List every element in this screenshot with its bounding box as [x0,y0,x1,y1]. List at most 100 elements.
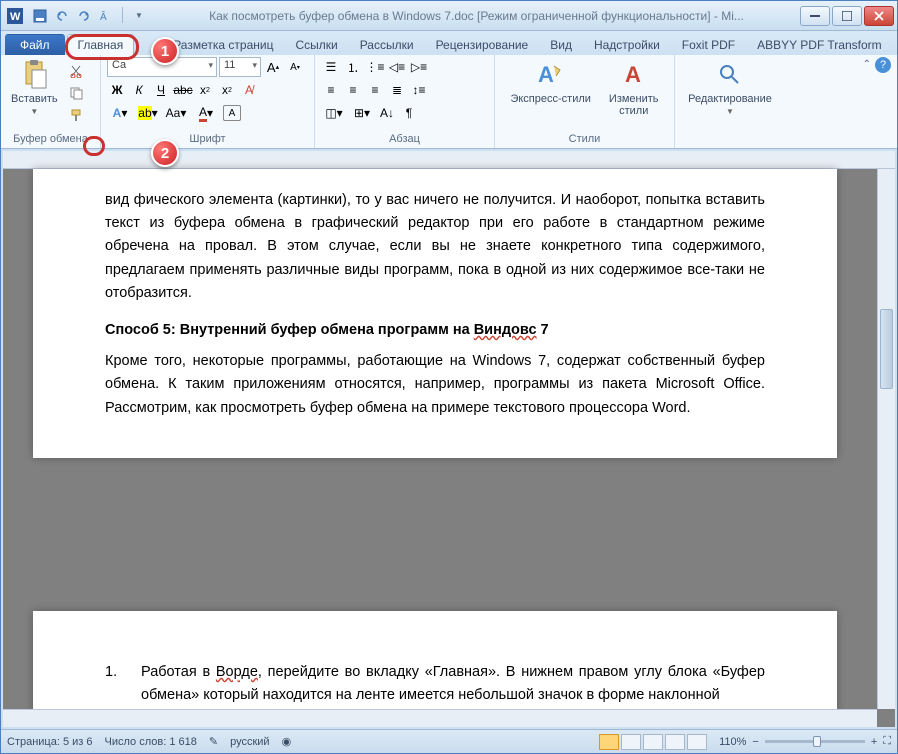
tab-review[interactable]: Рецензирование [425,34,540,55]
page-current[interactable]: вид фического элемента (картинки), то у … [33,169,837,458]
quick-styles-button[interactable]: A Экспресс-стили [506,57,594,107]
tab-foxit[interactable]: Foxit PDF [671,34,746,55]
ribbon-group-paragraph: ☰ ⒈ ⋮≡ ◁≡ ▷≡ ≡ ≡ ≡ ≣ ↕≡ ◫▾ [315,55,495,148]
justify-icon[interactable]: ≣ [387,80,407,100]
cut-icon[interactable] [66,61,86,81]
numbering-icon[interactable]: ⒈ [343,57,363,77]
shading-icon[interactable]: ◫▾ [321,103,347,123]
redo-icon[interactable] [75,7,93,25]
decrease-indent-icon[interactable]: ◁≡ [387,57,407,77]
underline-icon[interactable]: Ч [151,80,171,100]
char-border-icon[interactable]: A [223,105,241,121]
clipboard-group-label: Буфер обмена [7,131,94,148]
italic-icon[interactable]: К [129,80,149,100]
multilevel-icon[interactable]: ⋮≡ [365,57,385,77]
change-styles-button[interactable]: A Изменить стили [605,57,663,119]
zoom-out-button[interactable]: − [752,736,758,748]
font-size-combo[interactable]: 11 [219,57,261,77]
tab-view[interactable]: Вид [539,34,583,55]
tab-references[interactable]: Ссылки [284,34,348,55]
status-page[interactable]: Страница: 5 из 6 [7,736,93,748]
subscript-icon[interactable]: x2 [195,80,215,100]
align-left-icon[interactable]: ≡ [321,80,341,100]
doc-paragraph[interactable]: Кроме того, некоторые программы, работаю… [105,350,765,420]
doc-list-item[interactable]: 1. Работая в Ворде, перейдите во вкладку… [105,661,765,715]
styles-group-label: Стили [501,131,668,148]
minimize-ribbon-icon[interactable]: ⌃ [863,59,871,70]
help-icon[interactable]: ? [875,57,891,73]
view-draft[interactable] [687,734,707,750]
zoom-slider[interactable] [765,740,865,743]
tab-layout[interactable]: Разметка страниц [162,34,284,55]
editing-button[interactable]: Редактирование ▼ [684,57,776,118]
format-painter-icon[interactable] [66,105,86,125]
font-color-icon[interactable]: A▾ [191,103,221,123]
word-window: W Â ▼ Как посмотреть буфер обмена в Wind… [0,0,898,754]
zoom-fit-icon[interactable]: ⛶ [883,735,891,748]
bold-icon[interactable]: Ж [107,80,127,100]
paragraph-group-label: Абзац [321,131,488,148]
vertical-scrollbar[interactable] [877,169,895,709]
doc-paragraph[interactable]: вид фического элемента (картинки), то у … [105,189,765,305]
status-macro-icon[interactable]: ◉ [282,735,292,748]
change-styles-icon: A [618,59,650,91]
status-word-count[interactable]: Число слов: 1 618 [105,736,197,748]
show-marks-icon[interactable]: ¶ [399,103,419,123]
borders-icon[interactable]: ⊞▾ [349,103,375,123]
view-outline[interactable] [665,734,685,750]
highlight-icon[interactable]: ab▾ [135,103,161,123]
word-app-icon: W [7,8,23,24]
increase-indent-icon[interactable]: ▷≡ [409,57,429,77]
horizontal-ruler[interactable] [3,151,895,169]
zoom-in-button[interactable]: + [871,736,877,748]
window-title: Как посмотреть буфер обмена в Windows 7.… [154,9,799,23]
clear-format-icon[interactable]: A̸ [239,80,259,100]
close-button[interactable] [864,6,894,26]
status-language[interactable]: русский [230,736,269,748]
sort-icon[interactable]: A↓ [377,103,397,123]
strikethrough-icon[interactable]: abc [173,80,193,100]
view-print-layout[interactable] [599,734,619,750]
tab-file[interactable]: Файл [5,34,65,55]
zoom-level[interactable]: 110% [719,736,746,748]
ribbon-group-font: Ca 11 A▴ A▾ Ж К Ч abc x2 x2 A̸ [101,55,315,148]
paste-button[interactable]: Вставить ▼ [7,57,62,118]
statusbar: Страница: 5 из 6 Число слов: 1 618 ✎ рус… [1,729,897,753]
tab-abbyy[interactable]: ABBYY PDF Transform [746,34,892,55]
change-case-icon[interactable]: Aa▾ [163,103,189,123]
grow-font-icon[interactable]: A▴ [263,57,283,77]
svg-text:Â: Â [100,10,107,23]
callout-1: 1 [151,37,179,65]
titlebar: W Â ▼ Как посмотреть буфер обмена в Wind… [1,1,897,31]
maximize-button[interactable] [832,6,862,26]
zoom-slider-thumb[interactable] [813,736,821,747]
save-icon[interactable] [31,7,49,25]
view-web-layout[interactable] [643,734,663,750]
ribbon-group-clipboard: Вставить ▼ Буфер обмена [1,55,101,148]
status-proof-icon[interactable]: ✎ [209,735,218,748]
tab-home[interactable]: Главная [67,34,135,55]
callout-2: 2 [151,139,179,167]
copy-icon[interactable] [66,83,86,103]
ribbon-group-styles: A Экспресс-стили A Изменить стили Стили [495,55,675,148]
shrink-font-icon[interactable]: A▾ [285,57,305,77]
bullets-icon[interactable]: ☰ [321,57,341,77]
align-center-icon[interactable]: ≡ [343,80,363,100]
superscript-icon[interactable]: x2 [217,80,237,100]
qat-dropdown-icon[interactable]: ▼ [130,7,148,25]
view-full-screen[interactable] [621,734,641,750]
line-spacing-icon[interactable]: ↕≡ [409,80,429,100]
svg-text:W: W [10,11,21,23]
align-right-icon[interactable]: ≡ [365,80,385,100]
minimize-button[interactable] [800,6,830,26]
undo-icon[interactable] [53,7,71,25]
horizontal-scrollbar[interactable] [3,709,877,727]
ribbon-tabs: Файл Главная Разметка страниц Ссылки Рас… [1,31,897,55]
qat-extra-icon[interactable]: Â [97,7,115,25]
text-effects-icon[interactable]: A▾ [107,103,133,123]
tab-mailings[interactable]: Рассылки [349,34,425,55]
scroll-thumb[interactable] [880,309,893,389]
tab-addins[interactable]: Надстройки [583,34,671,55]
doc-heading[interactable]: Способ 5: Внутренний буфер обмена програ… [105,319,765,342]
font-group-label: Шрифт [107,131,308,148]
